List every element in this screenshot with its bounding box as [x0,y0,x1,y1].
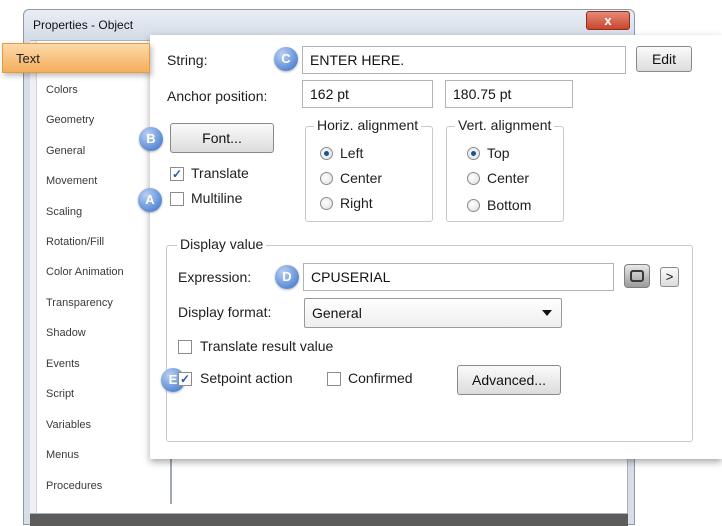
badge-d: D [275,265,299,289]
multiline-label: Multiline [191,190,243,206]
check-icon: ✓ [179,372,191,386]
vert-center-label: Center [487,170,530,186]
vert-bottom-radio[interactable] [467,199,480,212]
sidebar-item-transparency[interactable]: Transparency [46,297,113,309]
window-bottom-bar [30,514,628,526]
text-properties-panel: String: C ENTER HERE. Edit Anchor positi… [138,35,722,459]
display-format-select[interactable]: General [304,298,562,328]
translate-checkbox[interactable]: ✓ [170,167,184,181]
horiz-left-label: Left [340,145,364,161]
sidebar-item-script[interactable]: Script [46,388,74,400]
horiz-alignment-group: Horiz. alignment Left Center Right [305,117,433,222]
badge-c: C [274,47,298,71]
sidebar-item-geometry[interactable]: Geometry [46,114,94,126]
horiz-left-radio[interactable] [320,147,333,160]
horiz-right-radio[interactable] [320,197,333,210]
badge-a: A [138,188,162,212]
sidebar-item-label: Text [16,51,40,66]
translate-label: Translate [191,165,249,181]
expression-browse-button[interactable] [624,264,650,288]
sidebar-item-general[interactable]: General [46,145,85,157]
close-button[interactable]: x [586,11,630,30]
setpoint-action-checkbox[interactable]: ✓ [178,372,192,386]
horiz-alignment-title: Horiz. alignment [314,117,422,133]
badge-b: B [139,127,163,151]
display-format-value: General [312,305,362,321]
sidebar-scrollbar[interactable] [30,41,37,513]
vert-alignment-group: Vert. alignment Top Center Bottom [446,117,564,222]
browse-icon [630,270,644,282]
sidebar-item-rotation-fill[interactable]: Rotation/Fill [46,236,104,248]
anchor-y-input[interactable]: 180.75 pt [445,80,573,108]
edit-button[interactable]: Edit [636,46,692,72]
display-value-group: Display value Expression: D CPUSERIAL > … [161,236,693,442]
sidebar-item-scaling[interactable]: Scaling [46,206,82,218]
vert-bottom-label: Bottom [487,197,532,213]
display-format-label: Display format: [178,304,272,320]
expression-more-button[interactable]: > [660,267,679,287]
sidebar-item-colors[interactable]: Colors [46,84,78,96]
horiz-center-label: Center [340,170,383,186]
anchor-x-input[interactable]: 162 pt [302,80,433,108]
font-button[interactable]: Font... [170,123,274,153]
translate-result-label: Translate result value [200,338,334,354]
expression-input[interactable]: CPUSERIAL [303,263,614,291]
chevron-down-icon [542,310,552,316]
vert-alignment-title: Vert. alignment [455,117,555,133]
anchor-position-label: Anchor position: [167,88,268,104]
sidebar-item-procedures[interactable]: Procedures [46,480,102,492]
display-value-title: Display value [177,236,267,252]
horiz-right-label: Right [340,195,373,211]
setpoint-action-label: Setpoint action [200,370,293,386]
vert-top-label: Top [487,145,510,161]
translate-result-checkbox[interactable] [178,340,192,354]
confirmed-checkbox[interactable] [327,372,341,386]
sidebar-item-color-animation[interactable]: Color Animation [46,266,124,278]
expression-label: Expression: [178,269,252,285]
sidebar-item-menus[interactable]: Menus [46,449,79,461]
confirmed-label: Confirmed [348,370,413,386]
check-icon: ✓ [171,167,183,181]
multiline-checkbox[interactable] [170,192,184,206]
string-input[interactable]: ENTER HERE. [302,46,626,74]
horiz-center-radio[interactable] [320,172,333,185]
vert-top-radio[interactable] [467,147,480,160]
sidebar-item-text[interactable]: Text [2,43,150,73]
vert-center-radio[interactable] [467,172,480,185]
close-icon: x [604,13,612,28]
window-title: Properties - Object [33,18,134,32]
sidebar-divider [170,456,172,504]
advanced-button[interactable]: Advanced... [457,365,561,395]
sidebar-item-shadow[interactable]: Shadow [46,327,86,339]
sidebar-item-variables[interactable]: Variables [46,419,91,431]
string-label: String: [167,52,208,68]
sidebar-item-events[interactable]: Events [46,358,80,370]
sidebar-item-movement[interactable]: Movement [46,175,97,187]
